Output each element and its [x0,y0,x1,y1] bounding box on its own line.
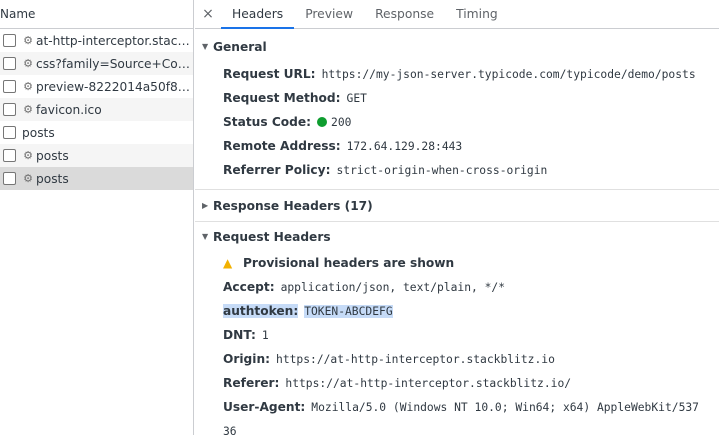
warning-text: Provisional headers are shown [243,256,455,270]
request-name: posts [36,171,69,186]
header-row: Request Method: GET [195,86,719,110]
gear-icon: ⚙ [23,103,33,116]
header-key: Request Method: [223,91,341,105]
header-row-continuation: 36 [195,419,719,435]
header-value: 200 [331,115,352,129]
header-value: Mozilla/5.0 (Windows NT 10.0; Win64; x64… [311,400,699,414]
header-key: Referer: [223,376,280,390]
header-value: strict-origin-when-cross-origin [336,163,548,177]
gear-icon: ⚙ [23,149,33,162]
checkbox[interactable] [3,149,16,162]
header-key: DNT: [223,328,256,342]
tab-timing[interactable]: Timing [445,0,509,28]
request-details-panel: × Headers Preview Response Timing ▼ Gene… [195,0,719,435]
header-key: User-Agent: [223,400,306,414]
response-headers-section-toggle[interactable]: ▶ Response Headers (17) [195,193,719,218]
request-row-selected[interactable]: ⚙ posts [0,167,193,190]
header-row: Referrer Policy: strict-origin-when-cros… [195,158,719,182]
gear-icon: ⚙ [23,34,33,47]
details-tabbar: × Headers Preview Response Timing [195,0,719,29]
header-row: Status Code: 200 [195,110,719,134]
header-value: 36 [223,424,237,435]
request-row[interactable]: ⚙ preview-8222014a50f85… [0,75,193,98]
header-value: application/json, text/plain, */* [280,280,506,294]
header-value: 1 [261,328,269,342]
request-row[interactable]: ⚙ at-http-interceptor.stack… [0,29,193,52]
header-row: Accept: application/json, text/plain, */… [195,275,719,299]
header-value: 172.64.129.28:443 [346,139,463,153]
tab-preview[interactable]: Preview [294,0,364,28]
request-name: posts [22,125,55,140]
triangle-right-icon: ▶ [202,201,209,210]
header-key: Origin: [223,352,271,366]
header-row: DNT: 1 [195,323,719,347]
checkbox[interactable] [3,126,16,139]
section-title: Response Headers (17) [213,198,373,213]
triangle-down-icon: ▼ [202,42,209,51]
gear-icon: ⚙ [23,80,33,93]
request-row[interactable]: ⚙ posts [0,144,193,167]
section-title: General [213,39,267,54]
checkbox[interactable] [3,172,16,185]
request-headers-section-toggle[interactable]: ▼ Request Headers [195,224,719,249]
header-row: Referer: https://at-http-interceptor.sta… [195,371,719,395]
header-key: Referrer Policy: [223,163,331,177]
request-row[interactable]: ⚙ css?family=Source+Cod… [0,52,193,75]
header-key: Status Code: [223,115,312,129]
header-key: Remote Address: [223,139,341,153]
header-value: https://at-http-interceptor.stackblitz.i… [276,352,555,366]
request-name: preview-8222014a50f85… [36,79,193,94]
provisional-warning: ▲ Provisional headers are shown [195,251,719,275]
header-row: Origin: https://at-http-interceptor.stac… [195,347,719,371]
checkbox[interactable] [3,80,16,93]
gear-icon: ⚙ [23,172,33,185]
request-name: posts [36,148,69,163]
general-section-toggle[interactable]: ▼ General [195,34,719,59]
tab-headers[interactable]: Headers [221,0,295,29]
header-row: Request URL: https://my-json-server.typi… [195,62,719,86]
header-key: authtoken: [223,304,299,318]
header-value: TOKEN-ABCDEFG [304,304,393,318]
request-name: at-http-interceptor.stack… [36,33,193,48]
header-row-highlighted: authtoken: TOKEN-ABCDEFG [195,299,719,323]
triangle-down-icon: ▼ [202,232,209,241]
request-row[interactable]: ⚙ favicon.ico [0,98,193,121]
checkbox[interactable] [3,57,16,70]
header-value: GET [346,91,367,105]
request-name: favicon.ico [36,102,102,117]
checkbox[interactable] [3,103,16,116]
header-key: Accept: [223,280,275,294]
section-title: Request Headers [213,229,331,244]
request-name: css?family=Source+Cod… [36,56,193,71]
request-list: Name ⚙ at-http-interceptor.stack… ⚙ css?… [0,0,194,435]
gear-icon: ⚙ [23,57,33,70]
status-dot-icon [317,117,328,127]
checkbox[interactable] [3,34,16,47]
header-row: User-Agent: Mozilla/5.0 (Windows NT 10.0… [195,395,719,419]
tab-response[interactable]: Response [364,0,445,28]
name-column-header[interactable]: Name [0,0,193,29]
close-icon[interactable]: × [195,0,221,28]
header-value: https://my-json-server.typicode.com/typi… [321,67,696,81]
header-key: Request URL: [223,67,316,81]
header-row: Remote Address: 172.64.129.28:443 [195,134,719,158]
request-row[interactable]: posts [0,121,193,144]
header-value: https://at-http-interceptor.stackblitz.i… [285,376,572,390]
warning-icon: ▲ [223,256,233,270]
